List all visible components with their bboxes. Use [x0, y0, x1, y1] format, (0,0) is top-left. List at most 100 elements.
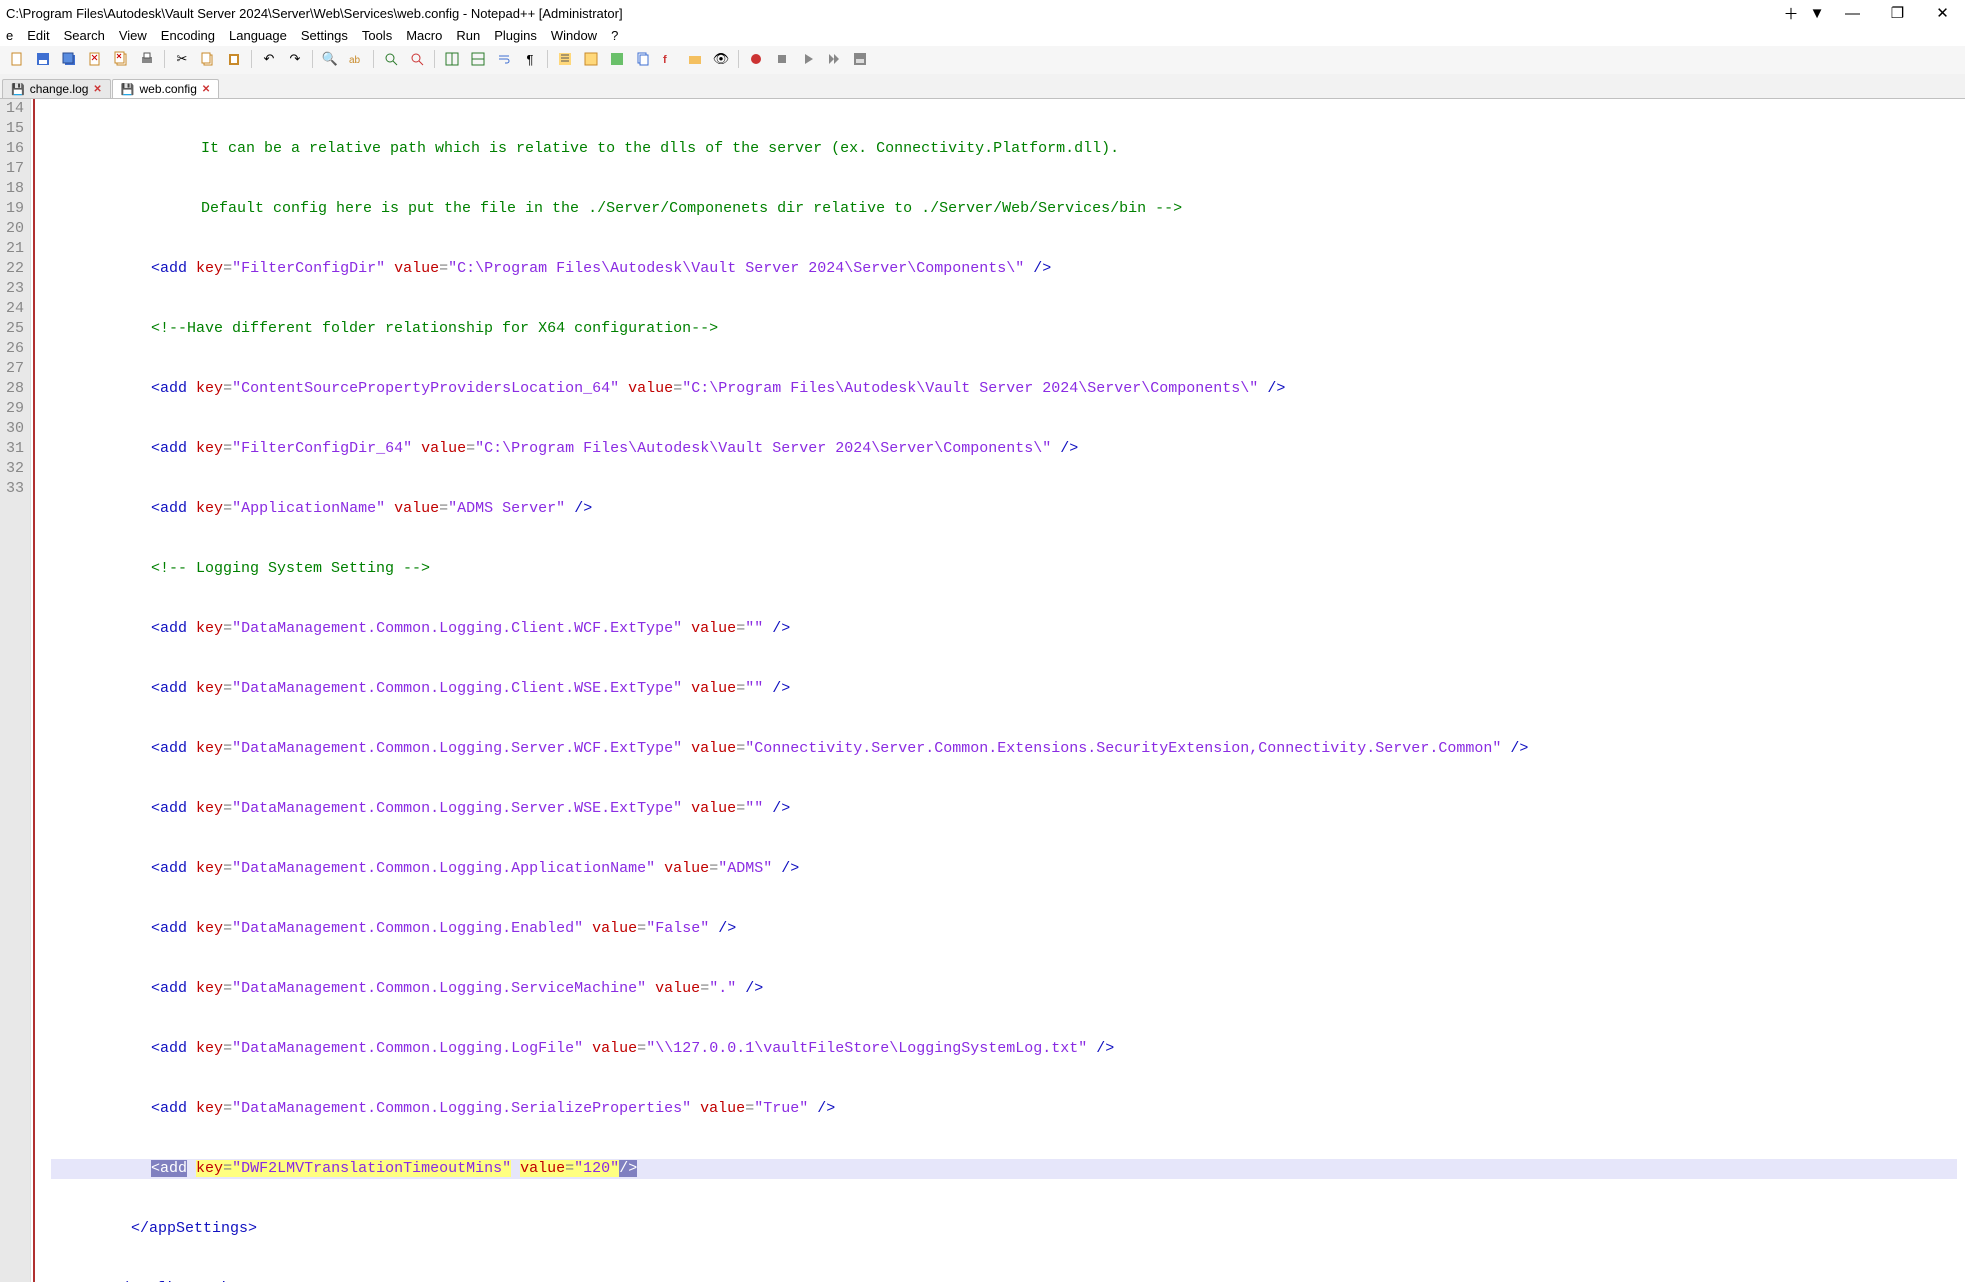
menu-run[interactable]: Run: [456, 28, 480, 43]
menu-settings[interactable]: Settings: [301, 28, 348, 43]
toolbar-separator: [547, 50, 548, 68]
file-tab-label: change.log: [30, 82, 89, 96]
menu-file-partial[interactable]: e: [6, 28, 13, 43]
title-bar: C:\Program Files\Autodesk\Vault Server 2…: [0, 0, 1965, 26]
new-window-button[interactable]: ＋: [1778, 0, 1804, 26]
line-number: 32: [2, 459, 24, 479]
zoom-in-icon[interactable]: [380, 48, 402, 70]
undo-icon[interactable]: ↶: [258, 48, 280, 70]
menu-search[interactable]: Search: [64, 28, 105, 43]
close-tab-icon[interactable]: ✕: [202, 84, 210, 95]
file-tab-webconfig[interactable]: 💾 web.config ✕: [112, 79, 219, 98]
window-controls: ＋ ▼ — ❐ ✕: [1778, 0, 1965, 26]
menu-window[interactable]: Window: [551, 28, 597, 43]
code-line: <add key="DataManagement.Common.Logging.…: [51, 859, 1957, 879]
copy-icon[interactable]: [197, 48, 219, 70]
code-line: <add key="ContentSourcePropertyProviders…: [51, 379, 1957, 399]
line-number: 29: [2, 399, 24, 419]
zoom-out-icon[interactable]: [406, 48, 428, 70]
code-line: <add key="DataManagement.Common.Logging.…: [51, 619, 1957, 639]
paste-icon[interactable]: [223, 48, 245, 70]
menu-encoding[interactable]: Encoding: [161, 28, 215, 43]
code-line: </configuration>: [51, 1279, 1957, 1282]
code-line: Default config here is put the file in t…: [51, 199, 1957, 219]
menu-plugins[interactable]: Plugins: [494, 28, 537, 43]
line-number: 33: [2, 479, 24, 499]
line-number: 31: [2, 439, 24, 459]
sync-v-icon[interactable]: [441, 48, 463, 70]
wrap-icon[interactable]: [493, 48, 515, 70]
line-number: 21: [2, 239, 24, 259]
monitoring-icon[interactable]: 👁: [710, 48, 732, 70]
cut-icon[interactable]: ✂: [171, 48, 193, 70]
toolbar-separator: [312, 50, 313, 68]
file-tabs-row: 💾 change.log ✕ 💾 web.config ✕: [0, 74, 1965, 99]
file-tab-label: web.config: [140, 82, 197, 96]
svg-text:f: f: [663, 54, 667, 66]
udl-icon[interactable]: [580, 48, 602, 70]
sync-h-icon[interactable]: [467, 48, 489, 70]
fold-margin[interactable]: [33, 99, 51, 1282]
dropdown-button[interactable]: ▼: [1804, 0, 1830, 26]
line-number-gutter: 14 15 16 17 18 19 20 21 22 23 24 25 26 2…: [0, 99, 31, 1282]
replace-icon[interactable]: ab: [345, 48, 367, 70]
save-all-icon[interactable]: [58, 48, 80, 70]
line-number: 15: [2, 119, 24, 139]
doc-list-icon[interactable]: [632, 48, 654, 70]
toolbar-separator: [373, 50, 374, 68]
record-macro-icon[interactable]: [745, 48, 767, 70]
close-file-icon[interactable]: [84, 48, 106, 70]
code-line-highlighted: <add key="DWF2LMVTranslationTimeoutMins"…: [51, 1159, 1957, 1179]
stop-macro-icon[interactable]: [771, 48, 793, 70]
save-macro-icon[interactable]: [849, 48, 871, 70]
menu-tools[interactable]: Tools: [362, 28, 392, 43]
folder-workspace-icon[interactable]: [684, 48, 706, 70]
line-number: 27: [2, 359, 24, 379]
print-icon[interactable]: [136, 48, 158, 70]
close-tab-icon[interactable]: ✕: [93, 84, 101, 95]
line-number: 30: [2, 419, 24, 439]
file-tab-changelog[interactable]: 💾 change.log ✕: [2, 79, 111, 98]
menu-help[interactable]: ?: [611, 28, 618, 43]
code-line: <add key="ApplicationName" value="ADMS S…: [51, 499, 1957, 519]
line-number: 19: [2, 199, 24, 219]
minimize-button[interactable]: —: [1830, 0, 1875, 26]
code-line: <add key="DataManagement.Common.Logging.…: [51, 979, 1957, 999]
doc-map-icon[interactable]: [606, 48, 628, 70]
line-number: 24: [2, 299, 24, 319]
code-line: <!-- Logging System Setting -->: [51, 559, 1957, 579]
redo-icon[interactable]: ↷: [284, 48, 306, 70]
indent-guide-icon[interactable]: [554, 48, 576, 70]
function-list-icon[interactable]: f: [658, 48, 680, 70]
save-icon[interactable]: [32, 48, 54, 70]
line-number: 25: [2, 319, 24, 339]
menu-view[interactable]: View: [119, 28, 147, 43]
line-number: 20: [2, 219, 24, 239]
code-line: It can be a relative path which is relat…: [51, 139, 1957, 159]
line-number: 16: [2, 139, 24, 159]
code-line: <add key="DataManagement.Common.Logging.…: [51, 1099, 1957, 1119]
line-number: 14: [2, 99, 24, 119]
toolbar-separator: [434, 50, 435, 68]
toolbar-separator: [164, 50, 165, 68]
code-area[interactable]: It can be a relative path which is relat…: [51, 99, 1965, 1282]
play-multi-icon[interactable]: [823, 48, 845, 70]
menu-edit[interactable]: Edit: [27, 28, 49, 43]
find-icon[interactable]: 🔍: [319, 48, 341, 70]
close-all-icon[interactable]: [110, 48, 132, 70]
maximize-button[interactable]: ❐: [1875, 0, 1920, 26]
toolbar-separator: [251, 50, 252, 68]
menu-macro[interactable]: Macro: [406, 28, 442, 43]
new-file-icon[interactable]: [6, 48, 28, 70]
close-button[interactable]: ✕: [1920, 0, 1965, 26]
code-line: <add key="FilterConfigDir" value="C:\Pro…: [51, 259, 1957, 279]
code-line: <add key="DataManagement.Common.Logging.…: [51, 679, 1957, 699]
code-line: <add key="FilterConfigDir_64" value="C:\…: [51, 439, 1957, 459]
menu-language[interactable]: Language: [229, 28, 287, 43]
saved-file-icon: 💾: [121, 83, 135, 96]
show-all-chars-icon[interactable]: ¶: [519, 48, 541, 70]
editor[interactable]: 14 15 16 17 18 19 20 21 22 23 24 25 26 2…: [0, 99, 1965, 1282]
play-macro-icon[interactable]: [797, 48, 819, 70]
line-number: 28: [2, 379, 24, 399]
code-line: <!--Have different folder relationship f…: [51, 319, 1957, 339]
